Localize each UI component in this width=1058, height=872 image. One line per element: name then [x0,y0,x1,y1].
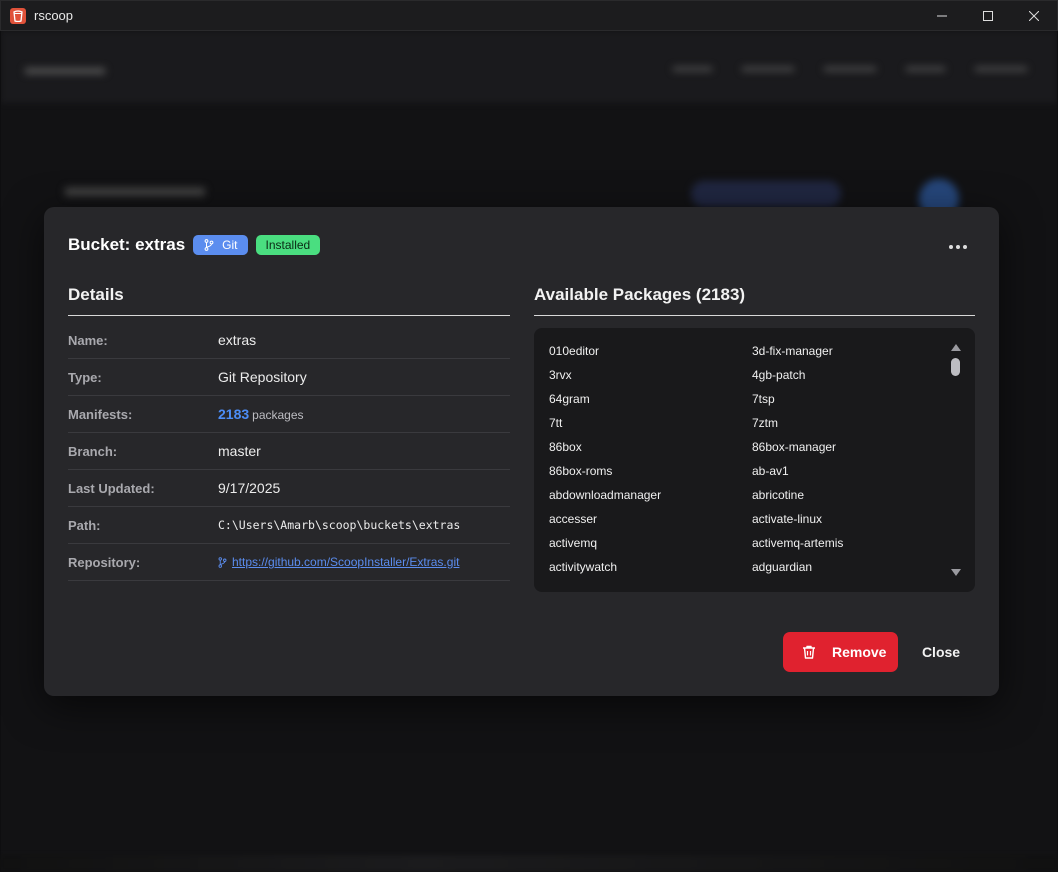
details-heading: Details [68,285,124,304]
detail-value-name: extras [218,332,257,348]
detail-value-branch: master [218,443,261,459]
modal-header: Bucket: extras Git Installed [68,235,321,255]
package-item[interactable]: accesser [549,507,752,531]
close-button[interactable]: Close [910,632,972,672]
background-logo: ▬▬▬▬ [25,57,105,79]
close-window-button[interactable] [1011,1,1057,31]
package-item[interactable]: 86box [549,435,752,459]
package-item[interactable]: 3d-fix-manager [752,339,939,363]
package-item[interactable]: 64gram [549,387,752,411]
trash-icon [801,644,817,660]
detail-label: Branch: [68,443,118,459]
window-title: rscoop [34,8,74,23]
title-bar: rscoop [0,0,1058,31]
details-list: Name: extras Type: Git Repository Manife… [68,322,510,581]
package-item[interactable]: abricotine [752,483,939,507]
maximize-button[interactable] [965,1,1011,31]
package-item[interactable]: activate-linux [752,507,939,531]
more-options-button[interactable] [947,237,969,257]
package-item[interactable]: 7tsp [752,387,939,411]
background-search [691,181,841,207]
git-badge-label: Git [222,238,238,252]
background-page-title: ▬▬▬▬▬ [65,171,205,202]
packages-divider [534,315,975,316]
detail-label: Name: [68,332,108,348]
git-badge: Git [193,235,248,255]
detail-row-path: Path: C:\Users\Amarb\scoop\buckets\extra… [68,507,510,544]
modal-title: Bucket: extras [68,235,186,254]
package-item[interactable]: 010editor [549,339,752,363]
background-footer [0,855,1058,872]
app-logo-icon [10,7,26,24]
package-item[interactable]: 7ztm [752,411,939,435]
package-item[interactable]: adguardian [752,555,939,579]
detail-row-manifests: Manifests: 2183 packages [68,396,510,433]
detail-row-name: Name: extras [68,322,510,359]
package-item[interactable]: ab-av1 [752,459,939,483]
manifest-unit: packages [252,408,304,422]
repository-link[interactable]: https://github.com/ScoopInstaller/Extras… [218,555,459,569]
repository-url[interactable]: https://github.com/ScoopInstaller/Extras… [232,555,459,569]
package-item[interactable]: abdownloadmanager [549,483,752,507]
packages-heading: Available Packages (2183) [534,285,746,304]
detail-label: Manifests: [68,406,133,422]
installed-badge: Installed [255,235,321,255]
remove-button[interactable]: Remove [783,632,898,672]
package-item[interactable]: activitywatch [549,555,752,579]
packages-list[interactable]: 010editor 3d-fix-manager 3rvx 4gb-patch 64gr… [534,328,975,592]
minimize-button[interactable] [919,1,965,31]
detail-value-last-updated: 9/17/2025 [218,480,281,496]
detail-value-path: C:\Users\Amarb\scoop\buckets\extras [218,518,461,532]
package-item[interactable]: 4gb-patch [752,363,939,387]
scrollbar-thumb[interactable] [951,358,960,376]
detail-row-last-updated: Last Updated: 9/17/2025 [68,470,510,507]
remove-button-label: Remove [832,644,887,660]
package-item[interactable]: 3rvx [549,363,752,387]
background-nav: ▬▬▬ ▬▬▬▬ ▬▬▬▬ ▬▬▬ ▬▬▬▬ [673,59,1027,74]
detail-row-type: Type: Git Repository [68,359,510,396]
scroll-up-arrow-icon[interactable] [951,344,961,351]
package-item[interactable]: 86box-roms [549,459,752,483]
git-branch-icon [204,239,214,251]
git-branch-icon [218,556,227,568]
detail-value-manifests: 2183 packages [218,406,304,422]
details-divider [68,315,510,316]
detail-label: Path: [68,517,101,533]
package-item[interactable]: 86box-manager [752,435,939,459]
package-item[interactable]: activemq [549,531,752,555]
more-dots-icon [949,245,953,249]
detail-label: Last Updated: [68,480,155,496]
package-item[interactable]: activemq-artemis [752,531,939,555]
packages-grid: 010editor 3d-fix-manager 3rvx 4gb-patch 64gr… [549,339,939,579]
package-item[interactable]: 7tt [549,411,752,435]
detail-row-branch: Branch: master [68,433,510,470]
detail-row-repository: Repository: https://github.com/ScoopInst… [68,544,510,581]
detail-label: Type: [68,369,102,385]
manifest-count: 2183 [218,406,250,422]
detail-value-type: Git Repository [218,369,307,385]
scroll-down-arrow-icon[interactable] [951,569,961,576]
detail-label: Repository: [68,554,141,570]
bucket-details-modal: Bucket: extras Git Installed Details Nam… [44,207,999,696]
